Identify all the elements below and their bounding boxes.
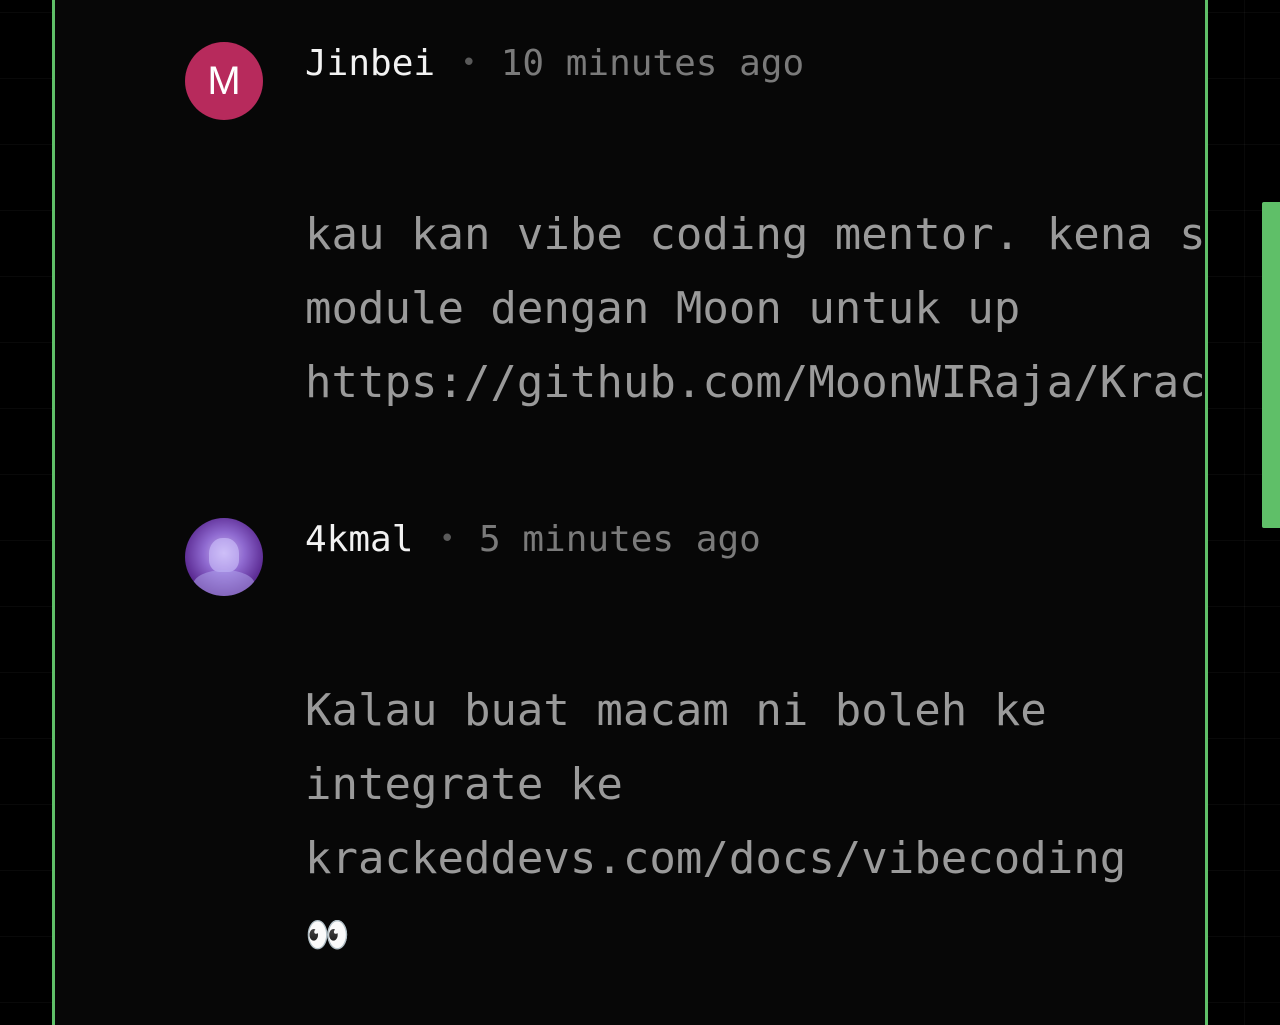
comment-body-line: 👀	[305, 896, 1126, 970]
comment-body-line: kau kan vibe coding mentor. kena st	[305, 209, 1208, 260]
comment-body-line: integrate ke	[305, 759, 623, 810]
comment-meta: 4kmal • 5 minutes ago	[305, 514, 761, 564]
comment-body: Kalau buat macam ni boleh ke integrate k…	[305, 674, 1126, 970]
comment-timestamp: 10 minutes ago	[500, 42, 805, 84]
avatar-photo-figure	[209, 538, 239, 572]
comment-link[interactable]: krackeddevs.com/docs/vibecoding	[305, 822, 1126, 896]
comments-panel: M Jinbei • 10 minutes ago kau kan vibe c…	[52, 0, 1208, 1025]
scrollbar-thumb[interactable]	[1262, 202, 1280, 528]
eyes-emoji-icon: 👀	[305, 915, 350, 956]
meta-separator: •	[461, 48, 477, 78]
comment-body-line: module dengan Moon untuk up	[305, 283, 1021, 334]
comment-body: kau kan vibe coding mentor. kena st modu…	[305, 198, 1208, 420]
comment-body-line: Kalau buat macam ni boleh ke	[305, 685, 1047, 736]
comment-author[interactable]: 4kmal	[305, 519, 413, 560]
avatar[interactable]	[185, 518, 263, 596]
avatar-photo-shoulders	[193, 570, 255, 596]
comment-timestamp: 5 minutes ago	[479, 518, 761, 560]
meta-separator: •	[439, 524, 456, 554]
comment-meta: Jinbei • 10 minutes ago	[305, 38, 804, 88]
comment-author[interactable]: Jinbei	[305, 43, 435, 84]
avatar[interactable]: M	[185, 42, 263, 120]
comment-link[interactable]: https://github.com/MoonWIRaja/Krack	[305, 346, 1205, 420]
avatar-letter: M	[207, 58, 241, 103]
